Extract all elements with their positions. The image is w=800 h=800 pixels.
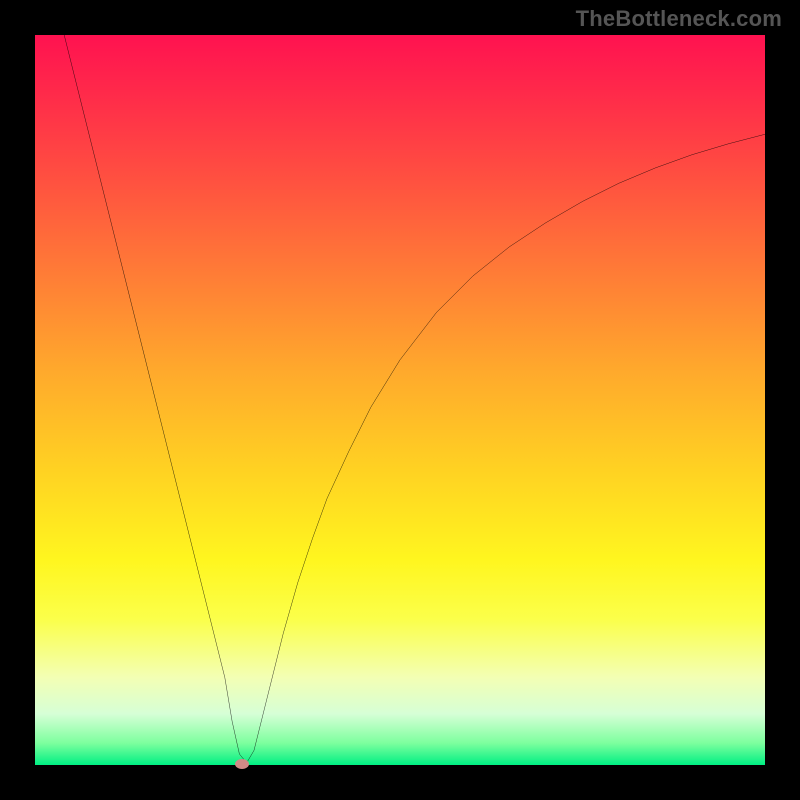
bottleneck-curve <box>35 35 765 765</box>
optimal-marker <box>235 759 249 769</box>
plot-area <box>35 35 765 765</box>
watermark-label: TheBottleneck.com <box>576 6 782 32</box>
chart-frame: TheBottleneck.com <box>0 0 800 800</box>
